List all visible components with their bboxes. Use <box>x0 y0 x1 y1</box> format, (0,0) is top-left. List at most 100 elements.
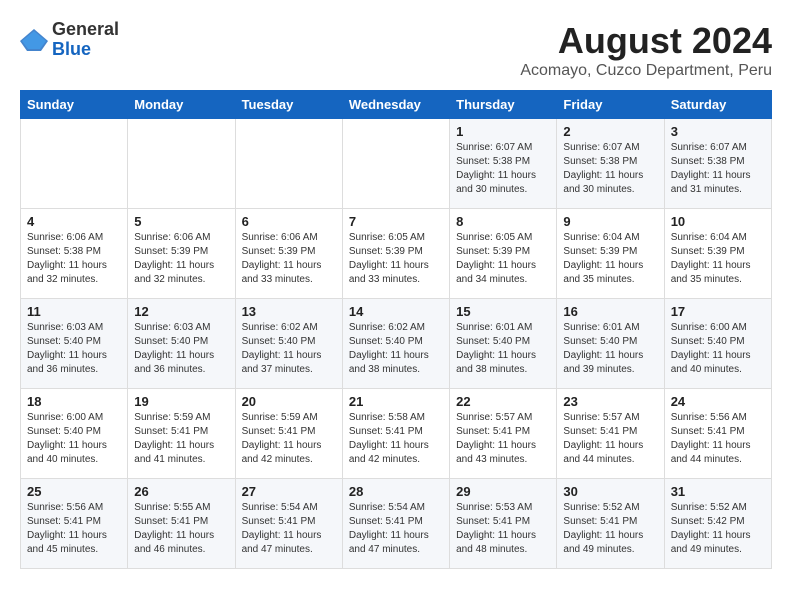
day-info-31: Sunrise: 5:52 AM Sunset: 5:42 PM Dayligh… <box>671 501 765 557</box>
day-number-16: 16 <box>563 304 657 319</box>
day-info-15: Sunrise: 6:01 AM Sunset: 5:40 PM Dayligh… <box>456 321 550 377</box>
day-number-23: 23 <box>563 394 657 409</box>
day-cell-8: 8Sunrise: 6:05 AM Sunset: 5:39 PM Daylig… <box>450 209 557 299</box>
day-info-25: Sunrise: 5:56 AM Sunset: 5:41 PM Dayligh… <box>27 501 121 557</box>
day-cell-9: 9Sunrise: 6:04 AM Sunset: 5:39 PM Daylig… <box>557 209 664 299</box>
weekday-header-wednesday: Wednesday <box>342 91 449 119</box>
weekday-header-sunday: Sunday <box>21 91 128 119</box>
week-row-5: 25Sunrise: 5:56 AM Sunset: 5:41 PM Dayli… <box>21 479 772 569</box>
day-info-17: Sunrise: 6:00 AM Sunset: 5:40 PM Dayligh… <box>671 321 765 377</box>
day-info-26: Sunrise: 5:55 AM Sunset: 5:41 PM Dayligh… <box>134 501 228 557</box>
day-cell-10: 10 Sunrise: 6:04 AM Sunset: 5:39 PM Dayli… <box>664 209 771 299</box>
day-number-1: 1 <box>456 124 550 139</box>
day-cell-11: 11 Sunrise: 6:03 AM Sunset: 5:40 PM Dayli… <box>21 299 128 389</box>
day-number-31: 31 <box>671 484 765 499</box>
day-info-5: Sunrise: 6:06 AM Sunset: 5:39 PM Dayligh… <box>134 231 228 287</box>
day-number-21: 21 <box>349 394 443 409</box>
day-cell-14: 14 Sunrise: 6:02 AM Sunset: 5:40 PM Dayli… <box>342 299 449 389</box>
day-number-7: 7 <box>349 214 443 229</box>
week-row-3: 11 Sunrise: 6:03 AM Sunset: 5:40 PM Dayli… <box>21 299 772 389</box>
day-info-23: Sunrise: 5:57 AM Sunset: 5:41 PM Dayligh… <box>563 411 657 467</box>
logo-blue: Blue <box>52 39 91 59</box>
day-number-18: 18 <box>27 394 121 409</box>
empty-cell <box>21 119 128 209</box>
day-info-19: Sunrise: 5:59 AM Sunset: 5:41 PM Dayligh… <box>134 411 228 467</box>
day-cell-28: 28Sunrise: 5:54 AM Sunset: 5:41 PM Dayli… <box>342 479 449 569</box>
day-number-9: 9 <box>563 214 657 229</box>
day-number-15: 15 <box>456 304 550 319</box>
day-number-2: 2 <box>563 124 657 139</box>
day-number-22: 22 <box>456 394 550 409</box>
day-cell-12: 12Sunrise: 6:03 AM Sunset: 5:40 PM Dayli… <box>128 299 235 389</box>
day-cell-1: 1Sunrise: 6:07 AM Sunset: 5:38 PM Daylig… <box>450 119 557 209</box>
day-cell-2: 2 Sunrise: 6:07 AM Sunset: 5:38 PM Daylig… <box>557 119 664 209</box>
day-cell-30: 30 Sunrise: 5:52 AM Sunset: 5:41 PM Dayli… <box>557 479 664 569</box>
day-info-2: Sunrise: 6:07 AM Sunset: 5:38 PM Dayligh… <box>563 141 657 197</box>
day-info-14: Sunrise: 6:02 AM Sunset: 5:40 PM Dayligh… <box>349 321 443 377</box>
day-number-19: 19 <box>134 394 228 409</box>
day-cell-18: 18 Sunrise: 6:00 AM Sunset: 5:40 PM Dayli… <box>21 389 128 479</box>
day-cell-6: 6 Sunrise: 6:06 AM Sunset: 5:39 PM Daylig… <box>235 209 342 299</box>
empty-cell <box>342 119 449 209</box>
day-number-11: 11 <box>27 304 121 319</box>
day-info-8: Sunrise: 6:05 AM Sunset: 5:39 PM Dayligh… <box>456 231 550 287</box>
day-cell-3: 3 Sunrise: 6:07 AM Sunset: 5:38 PM Daylig… <box>664 119 771 209</box>
calendar: SundayMondayTuesdayWednesdayThursdayFrid… <box>20 90 772 569</box>
main-title: August 2024 <box>520 20 772 62</box>
logo-icon <box>20 29 48 51</box>
day-info-18: Sunrise: 6:00 AM Sunset: 5:40 PM Dayligh… <box>27 411 121 467</box>
title-area: August 2024 Acomayo, Cuzco Department, P… <box>520 20 772 80</box>
weekday-header-thursday: Thursday <box>450 91 557 119</box>
day-number-28: 28 <box>349 484 443 499</box>
day-info-27: Sunrise: 5:54 AM Sunset: 5:41 PM Dayligh… <box>242 501 336 557</box>
weekday-header-saturday: Saturday <box>664 91 771 119</box>
day-number-20: 20 <box>242 394 336 409</box>
empty-cell <box>235 119 342 209</box>
day-cell-5: 5 Sunrise: 6:06 AM Sunset: 5:39 PM Daylig… <box>128 209 235 299</box>
day-cell-13: 13 Sunrise: 6:02 AM Sunset: 5:40 PM Dayli… <box>235 299 342 389</box>
day-info-20: Sunrise: 5:59 AM Sunset: 5:41 PM Dayligh… <box>242 411 336 467</box>
day-info-30: Sunrise: 5:52 AM Sunset: 5:41 PM Dayligh… <box>563 501 657 557</box>
day-cell-15: 15 Sunrise: 6:01 AM Sunset: 5:40 PM Dayli… <box>450 299 557 389</box>
day-number-13: 13 <box>242 304 336 319</box>
day-cell-29: 29 Sunrise: 5:53 AM Sunset: 5:41 PM Dayli… <box>450 479 557 569</box>
weekday-header-tuesday: Tuesday <box>235 91 342 119</box>
day-info-10: Sunrise: 6:04 AM Sunset: 5:39 PM Dayligh… <box>671 231 765 287</box>
day-number-3: 3 <box>671 124 765 139</box>
day-info-11: Sunrise: 6:03 AM Sunset: 5:40 PM Dayligh… <box>27 321 121 377</box>
day-number-5: 5 <box>134 214 228 229</box>
day-cell-23: 23 Sunrise: 5:57 AM Sunset: 5:41 PM Dayli… <box>557 389 664 479</box>
day-number-14: 14 <box>349 304 443 319</box>
day-cell-26: 26 Sunrise: 5:55 AM Sunset: 5:41 PM Dayli… <box>128 479 235 569</box>
day-number-26: 26 <box>134 484 228 499</box>
day-number-17: 17 <box>671 304 765 319</box>
day-number-30: 30 <box>563 484 657 499</box>
weekday-header-friday: Friday <box>557 91 664 119</box>
weekday-header-monday: Monday <box>128 91 235 119</box>
day-number-6: 6 <box>242 214 336 229</box>
day-number-10: 10 <box>671 214 765 229</box>
day-cell-19: 19 Sunrise: 5:59 AM Sunset: 5:41 PM Dayli… <box>128 389 235 479</box>
day-info-6: Sunrise: 6:06 AM Sunset: 5:39 PM Dayligh… <box>242 231 336 287</box>
day-cell-22: 22 Sunrise: 5:57 AM Sunset: 5:41 PM Dayli… <box>450 389 557 479</box>
day-number-27: 27 <box>242 484 336 499</box>
week-row-1: 1 Sunrise: 6:07 AM Sunset: 5:38 PM Daylig… <box>21 119 772 209</box>
day-info-22: Sunrise: 5:57 AM Sunset: 5:41 PM Dayligh… <box>456 411 550 467</box>
day-info-7: Sunrise: 6:05 AM Sunset: 5:39 PM Dayligh… <box>349 231 443 287</box>
day-info-12: Sunrise: 6:03 AM Sunset: 5:40 PM Dayligh… <box>134 321 228 377</box>
day-info-3: Sunrise: 6:07 AM Sunset: 5:38 PM Dayligh… <box>671 141 765 197</box>
day-info-16: Sunrise: 6:01 AM Sunset: 5:40 PM Dayligh… <box>563 321 657 377</box>
empty-cell <box>128 119 235 209</box>
logo-general: General <box>52 19 119 39</box>
day-cell-20: 20 Sunrise: 5:59 AM Sunset: 5:41 PM Dayli… <box>235 389 342 479</box>
week-row-4: 18 Sunrise: 6:00 AM Sunset: 5:40 PM Dayli… <box>21 389 772 479</box>
day-number-4: 4 <box>27 214 121 229</box>
day-cell-25: 25Sunrise: 5:56 AM Sunset: 5:41 PM Dayli… <box>21 479 128 569</box>
day-info-29: Sunrise: 5:53 AM Sunset: 5:41 PM Dayligh… <box>456 501 550 557</box>
day-cell-31: 31 Sunrise: 5:52 AM Sunset: 5:42 PM Dayli… <box>664 479 771 569</box>
day-number-29: 29 <box>456 484 550 499</box>
week-row-2: 4Sunrise: 6:06 AM Sunset: 5:38 PM Daylig… <box>21 209 772 299</box>
day-cell-4: 4Sunrise: 6:06 AM Sunset: 5:38 PM Daylig… <box>21 209 128 299</box>
day-info-13: Sunrise: 6:02 AM Sunset: 5:40 PM Dayligh… <box>242 321 336 377</box>
logo: General Blue <box>20 20 119 60</box>
